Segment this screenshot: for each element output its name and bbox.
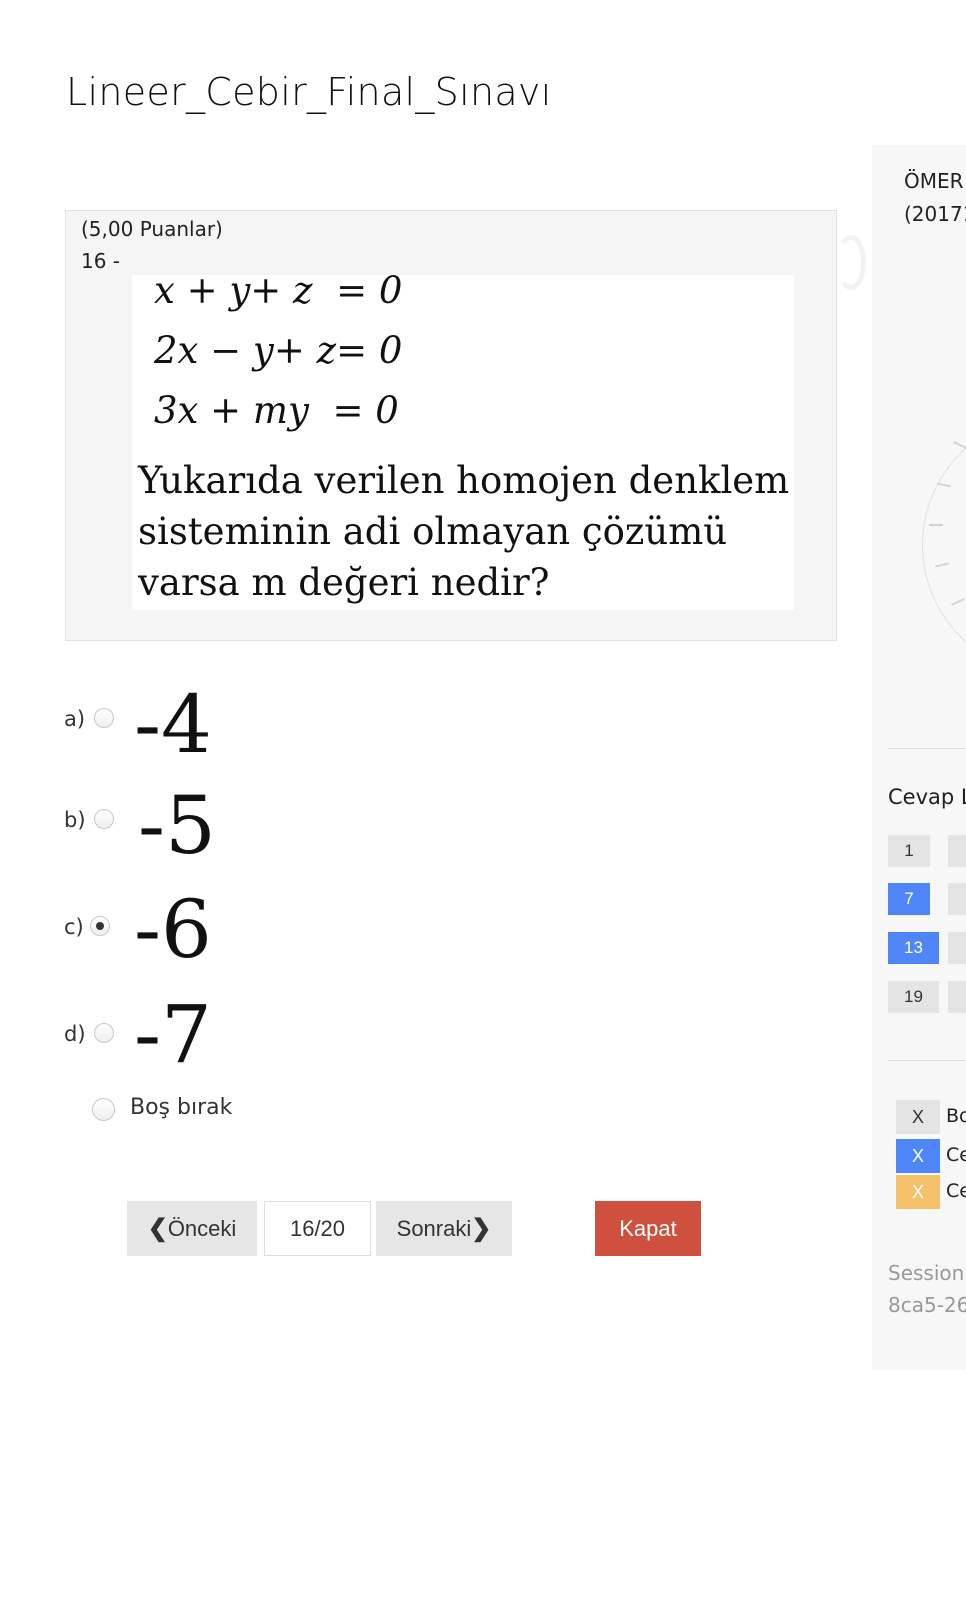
timer-dial	[922, 415, 966, 675]
option-value: -7	[134, 988, 212, 1081]
question-text: Yukarıda verilen homojen denklem sistemi…	[138, 459, 790, 604]
question-button-14[interactable]	[948, 932, 966, 964]
question-box: (5,00 Puanlar) 16 - x + y+ z = 0 2x − y+…	[65, 210, 837, 641]
question-button-8[interactable]	[948, 883, 966, 915]
timer-tick	[953, 441, 966, 449]
legend-mark-flagged: X	[896, 1175, 940, 1209]
legend-mark-answered: X	[896, 1139, 940, 1173]
option-c-radio[interactable]	[90, 916, 110, 936]
option-letter: b)	[64, 808, 86, 832]
option-letter: c)	[64, 915, 84, 939]
option-d-radio[interactable]	[94, 1023, 114, 1043]
option-a[interactable]: a) -4	[64, 680, 364, 770]
option-c[interactable]: c) -6	[64, 888, 364, 978]
decorative-ring	[836, 235, 866, 290]
chevron-left-icon: ❮	[147, 1215, 168, 1242]
student-name: ÖMER	[904, 169, 964, 193]
page-title: Lineer_Cebir_Final_Sınavı	[66, 70, 552, 114]
page-indicator: 16/20	[264, 1201, 371, 1256]
legend-label-empty: Bo	[946, 1105, 966, 1127]
option-value: -5	[138, 779, 216, 872]
option-b-radio[interactable]	[94, 809, 114, 829]
option-d[interactable]: d) -7	[64, 995, 364, 1085]
legend-label-flagged: Ce	[946, 1180, 966, 1202]
skip-radio[interactable]	[92, 1098, 115, 1121]
equation-1: x + y+ z = 0	[154, 269, 403, 312]
student-info: ÖMER (20171	[904, 165, 966, 231]
question-button-19[interactable]: 19	[888, 981, 939, 1013]
close-button[interactable]: Kapat	[595, 1201, 701, 1256]
option-b[interactable]: b) -5	[64, 781, 364, 871]
option-letter: d)	[64, 1022, 86, 1046]
question-number: 16 -	[81, 249, 121, 273]
session-info: Session 8ca5-26	[888, 1257, 966, 1321]
timer-tick	[934, 562, 950, 568]
question-button-7[interactable]: 7	[888, 883, 930, 915]
question-points: (5,00 Puanlar)	[81, 217, 223, 241]
question-button-13[interactable]: 13	[888, 932, 939, 964]
session-id: 8ca5-26	[888, 1293, 966, 1317]
option-value: -4	[134, 678, 212, 771]
next-label: Sonraki	[396, 1215, 472, 1241]
divider	[888, 748, 966, 749]
equation-3: 3x + my = 0	[154, 389, 399, 432]
timer-tick	[936, 482, 952, 488]
question-button-1[interactable]: 1	[888, 835, 930, 867]
skip-label: Boş bırak	[130, 1095, 233, 1120]
right-sidebar: ÖMER (20171 Cevap L 1 7 13 19 X Bo X Ce …	[872, 145, 966, 1370]
answer-list-title: Cevap L	[888, 785, 966, 809]
chevron-right-icon: ❯	[471, 1215, 492, 1242]
question-image: x + y+ z = 0 2x − y+ z= 0 3x + my = 0 Yu…	[132, 269, 794, 610]
question-button-2[interactable]	[948, 835, 966, 867]
question-button-20[interactable]	[948, 981, 966, 1013]
previous-label: Önceki	[167, 1215, 237, 1241]
previous-button[interactable]: ❮ Önceki	[127, 1201, 257, 1256]
next-button[interactable]: Sonraki ❯	[376, 1201, 512, 1256]
divider	[888, 1060, 966, 1061]
option-a-radio[interactable]	[94, 708, 114, 728]
timer-tick	[951, 598, 965, 606]
skip-option[interactable]: Boş bırak	[92, 1095, 342, 1125]
legend-label-answered: Ce	[946, 1144, 966, 1166]
timer-tick	[929, 524, 943, 526]
equation-2: 2x − y+ z= 0	[154, 329, 403, 372]
legend-mark-empty: X	[896, 1100, 940, 1134]
student-id: (20171	[904, 202, 966, 226]
option-letter: a)	[64, 707, 86, 731]
session-label: Session	[888, 1261, 965, 1285]
option-value: -6	[134, 883, 212, 976]
